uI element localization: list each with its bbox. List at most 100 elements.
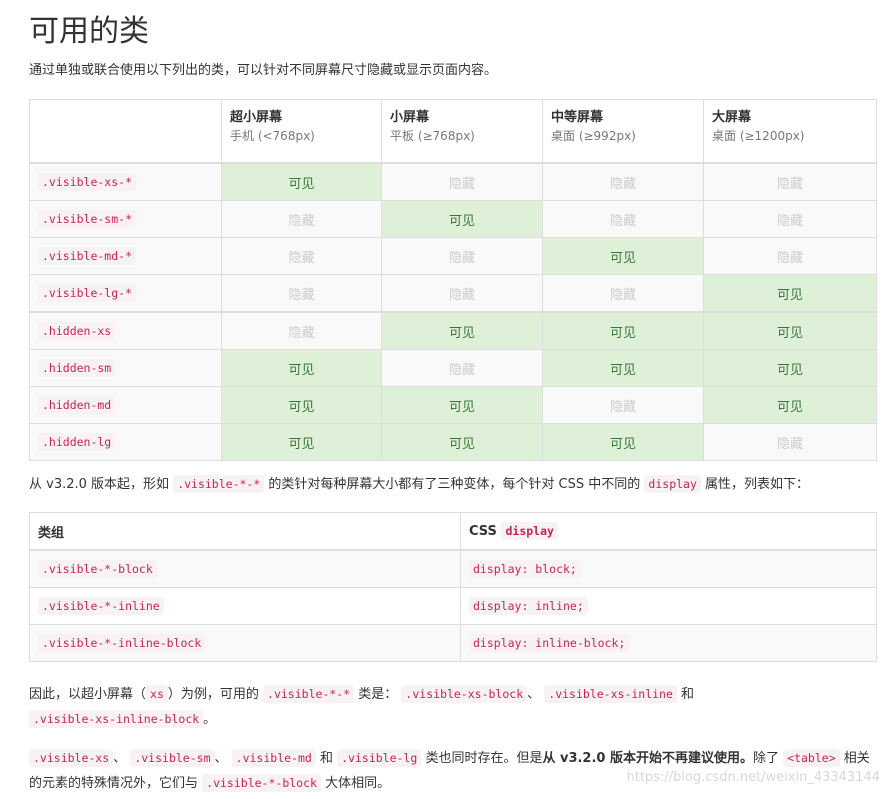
header-title: 小屏幕: [390, 110, 430, 125]
visibility-table-header: 超小屏幕 手机 (<768px) 小屏幕 平板 (≥768px) 中等屏幕 桌面 (≥99…: [29, 99, 877, 164]
deprecation-notice: 从 v3.2.0 版本开始不再建议使用。: [542, 751, 753, 766]
inline-code: .visible-*-block: [38, 559, 157, 578]
inline-code: display: inline-block;: [469, 633, 630, 652]
visible-cell: 可见: [703, 311, 877, 350]
hidden-cell: 隐藏: [542, 162, 704, 201]
visible-cell: 可见: [381, 386, 543, 424]
class-name-cell: .hidden-lg: [29, 423, 222, 461]
class-group-cell: .visible-*-inline-block: [29, 624, 461, 662]
css-cell: display: block;: [460, 549, 877, 588]
table-row: .hidden-lg 可见 可见 可见 隐藏: [29, 423, 877, 461]
visible-cell: 可见: [703, 349, 877, 387]
table-row: .hidden-md 可见 可见 隐藏 可见: [29, 386, 877, 424]
table-row: .visible-*-block display: block;: [29, 549, 877, 588]
header-title: 中等屏幕: [551, 110, 604, 125]
inline-code: display: [501, 521, 558, 540]
class-group-cell: .visible-*-block: [29, 549, 461, 588]
css-cell: display: inline-block;: [460, 624, 877, 662]
text: 类是：: [358, 687, 398, 702]
inline-code: xs: [146, 685, 168, 703]
visible-cell: 可见: [542, 311, 704, 350]
table-row: .hidden-sm 可见 隐藏 可见 可见: [29, 349, 877, 387]
hidden-cell: 隐藏: [381, 162, 543, 201]
class-name-cell: .visible-lg-*: [29, 274, 222, 313]
variants-paragraph: 从 v3.2.0 版本起，形如 .visible-*-* 的类针对每种屏幕大小都…: [29, 472, 809, 497]
text: 、: [214, 751, 228, 766]
inline-code: .visible-*-*: [173, 475, 265, 493]
class-name-cell: .visible-xs-*: [29, 162, 222, 201]
text: 的类针对每种屏幕大小都有了三种变体，每个针对 CSS 中不同的: [268, 477, 641, 492]
text: 和: [681, 687, 695, 702]
visible-cell: 可见: [221, 386, 382, 424]
hidden-cell: 隐藏: [221, 274, 382, 313]
visible-cell: 可见: [221, 349, 382, 387]
header-css-label: CSS: [469, 523, 497, 539]
example-paragraph: 因此，以超小屏幕（ xs ）为例，可用的 .visible-*-* 类是： .vis…: [29, 682, 859, 732]
class-code: .hidden-md: [38, 395, 116, 414]
inline-code: display: block;: [469, 559, 581, 578]
hidden-cell: 隐藏: [542, 200, 704, 238]
class-code: .hidden-xs: [38, 321, 116, 340]
header-screen-0: 超小屏幕手机 (<768px): [221, 99, 382, 164]
inline-code: .visible-xs-block: [401, 685, 528, 703]
hidden-cell: 隐藏: [703, 162, 877, 201]
table-row: .visible-*-inline-block display: inline-b…: [29, 624, 877, 662]
visible-cell: 可见: [542, 349, 704, 387]
header-subtitle: 手机 (<768px): [230, 129, 315, 143]
class-code: .visible-xs-*: [38, 172, 137, 191]
class-code: .visible-lg-*: [38, 283, 137, 302]
inline-code: .visible-*-inline-block: [38, 633, 206, 652]
css-cell: display: inline;: [460, 587, 877, 625]
visible-cell: 可见: [542, 237, 704, 275]
hidden-cell: 隐藏: [542, 274, 704, 313]
class-code: .hidden-lg: [38, 432, 116, 451]
class-code: .hidden-sm: [38, 358, 116, 377]
text: 属性，列表如下：: [705, 477, 810, 492]
inline-code: .visible-lg: [337, 749, 422, 767]
visible-cell: 可见: [703, 274, 877, 313]
header-subtitle: 桌面 (≥992px): [551, 129, 636, 143]
hidden-cell: 隐藏: [381, 349, 543, 387]
header-title: 超小屏幕: [230, 110, 283, 125]
header-subtitle: 平板 (≥768px): [390, 129, 475, 143]
visible-cell: 可见: [221, 162, 382, 201]
header-class-group: 类组: [29, 512, 461, 551]
inline-code: <table>: [783, 749, 840, 767]
class-name-cell: .hidden-md: [29, 386, 222, 424]
display-table-header: 类组 CSS display: [29, 512, 877, 551]
header-css-display: CSS display: [460, 512, 877, 551]
inline-code: .visible-*-inline: [38, 596, 164, 615]
inline-code: .visible-xs: [29, 749, 114, 767]
intro-text: 通过单独或联合使用以下列出的类，可以针对不同屏幕尺寸隐藏或显示页面内容。: [29, 63, 498, 78]
table-row: .hidden-xs 隐藏 可见 可见 可见: [29, 311, 877, 350]
header-screen-1: 小屏幕平板 (≥768px): [381, 99, 543, 164]
class-name-cell: .visible-sm-*: [29, 200, 222, 238]
table-row: .visible-md-* 隐藏 隐藏 可见 隐藏: [29, 237, 877, 275]
class-name-cell: .hidden-xs: [29, 311, 222, 350]
text: 和: [319, 751, 333, 766]
hidden-cell: 隐藏: [221, 311, 382, 350]
table-row: .visible-sm-* 隐藏 可见 隐藏 隐藏: [29, 200, 877, 238]
class-code: .visible-sm-*: [38, 209, 137, 228]
visible-cell: 可见: [381, 311, 543, 350]
hidden-cell: 隐藏: [703, 237, 877, 275]
class-name-cell: .hidden-sm: [29, 349, 222, 387]
inline-code: display: [644, 475, 701, 493]
hidden-cell: 隐藏: [703, 200, 877, 238]
class-code: .visible-md-*: [38, 246, 137, 265]
hidden-cell: 隐藏: [703, 423, 877, 461]
header-screen-2: 中等屏幕桌面 (≥992px): [542, 99, 704, 164]
text: 从 v3.2.0 版本起，形如: [29, 477, 170, 492]
text: 因此，以超小屏幕（: [29, 687, 147, 702]
inline-code: display: inline;: [469, 596, 588, 615]
visible-cell: 可见: [703, 386, 877, 424]
header-title: 大屏幕: [712, 110, 752, 125]
visibility-table: 超小屏幕 手机 (<768px) 小屏幕 平板 (≥768px) 中等屏幕 桌面 (≥99…: [29, 99, 877, 461]
table-row: .visible-lg-* 隐藏 隐藏 隐藏 可见: [29, 274, 877, 313]
text: 除了: [753, 751, 780, 766]
hidden-cell: 隐藏: [221, 237, 382, 275]
header-empty: [29, 99, 222, 164]
table-row: .visible-xs-* 可见 隐藏 隐藏 隐藏: [29, 162, 877, 201]
visible-cell: 可见: [381, 423, 543, 461]
inline-code: .visible-xs-inline-block: [29, 710, 204, 728]
